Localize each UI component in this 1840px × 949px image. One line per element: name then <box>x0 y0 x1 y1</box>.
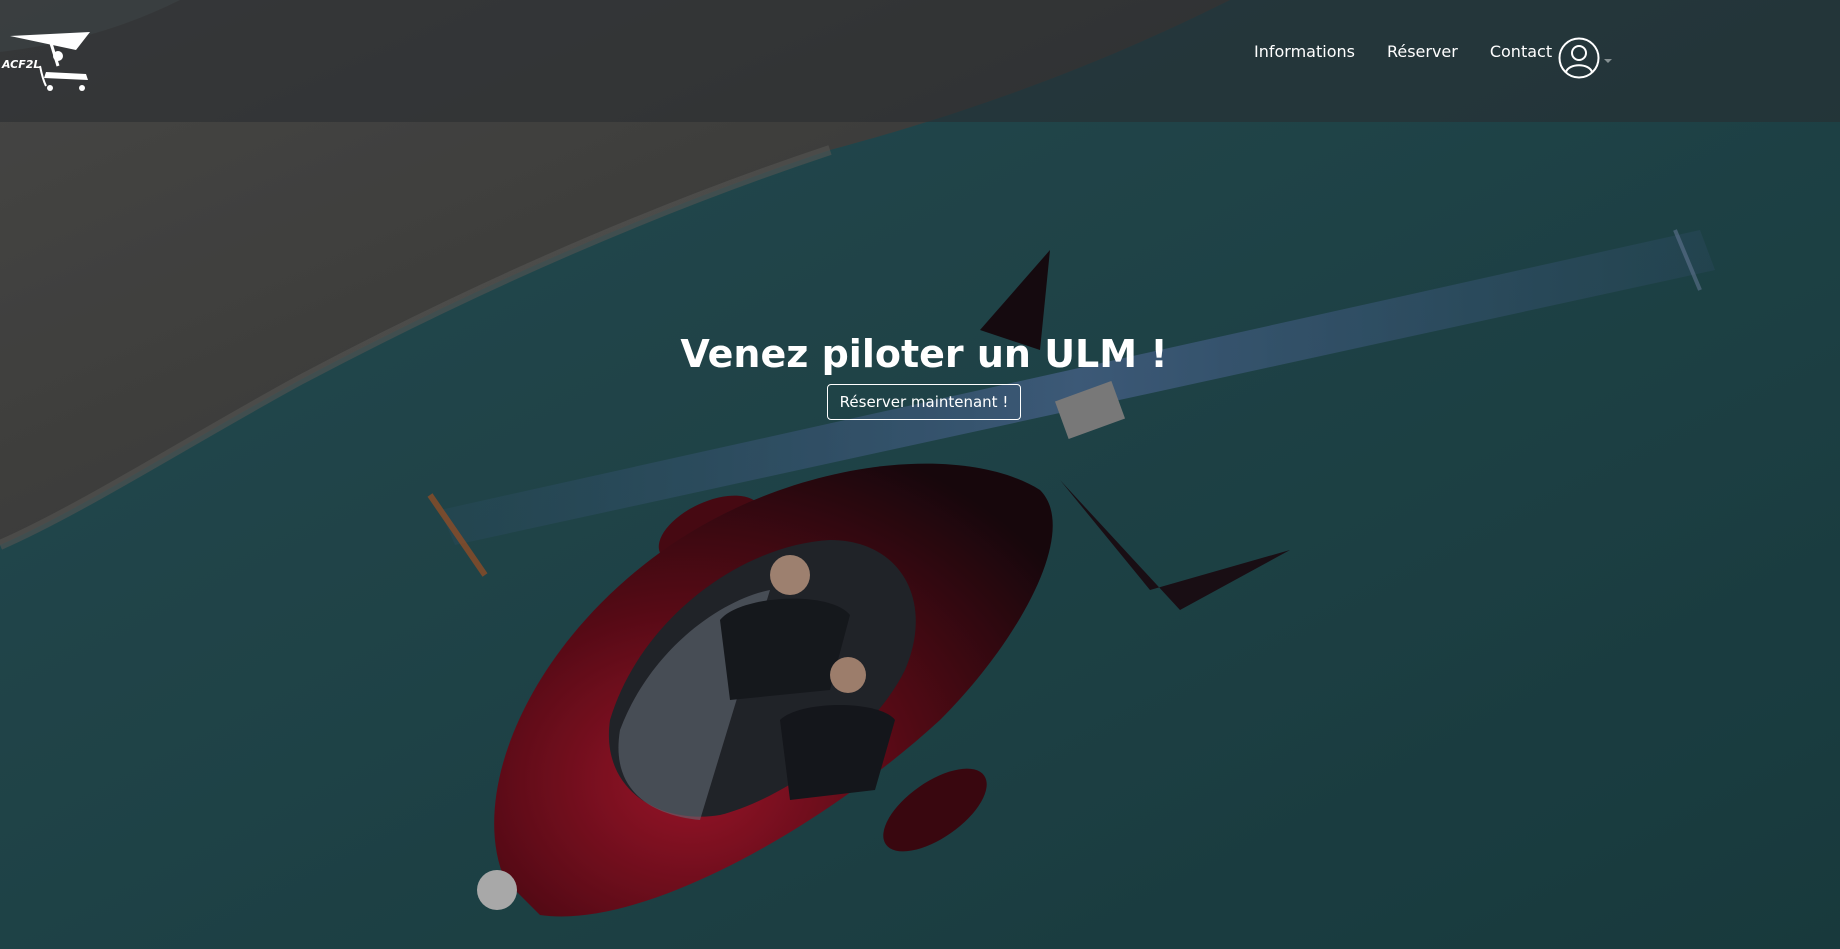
nav-link-reserver[interactable]: Réserver <box>1387 42 1458 61</box>
nav-link-contact[interactable]: Contact <box>1490 42 1552 61</box>
hero-overlay <box>0 0 1840 949</box>
hero-section: ACF2L Informations Réserver Contact Vene… <box>0 0 1840 949</box>
main-nav: Informations Réserver Contact <box>1254 42 1552 61</box>
brand-logo-text: ACF2L <box>1 58 40 71</box>
chevron-down-icon <box>1604 59 1612 63</box>
hero-title: Venez piloter un ULM ! <box>680 332 1168 376</box>
nav-link-informations[interactable]: Informations <box>1254 42 1355 61</box>
user-circle-icon <box>1558 37 1600 79</box>
brand-logo[interactable]: ACF2L <box>0 26 96 98</box>
navbar: ACF2L Informations Réserver Contact <box>0 0 1840 122</box>
reserve-now-button[interactable]: Réserver maintenant ! <box>826 384 1022 420</box>
hero-content: Venez piloter un ULM ! Réserver maintena… <box>0 330 1840 420</box>
ultralight-plane-icon: ACF2L <box>1 32 90 91</box>
user-menu-toggle[interactable] <box>1558 37 1612 79</box>
